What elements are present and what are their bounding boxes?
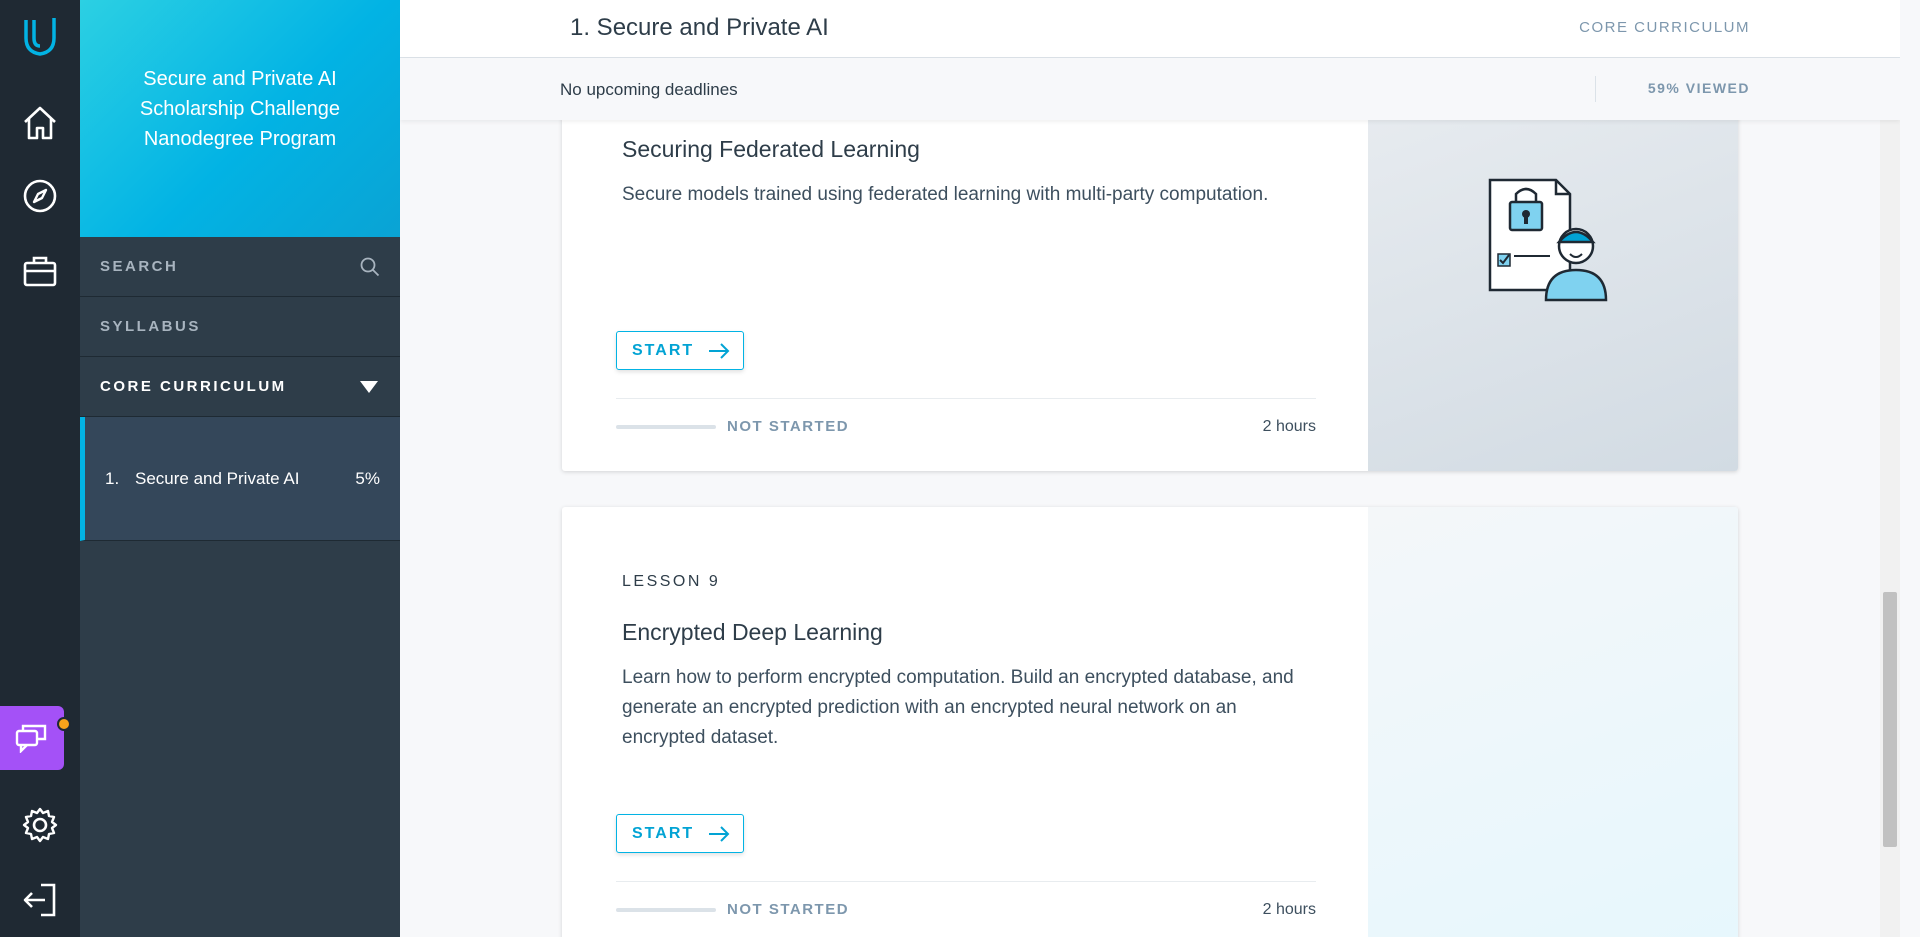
program-hero: Secure and Private AI Scholarship Challe…	[80, 0, 400, 237]
course-sidebar: Secure and Private AI Scholarship Challe…	[80, 0, 400, 937]
divider	[1595, 76, 1596, 102]
progress-subheader: No upcoming deadlines 59% VIEWED	[400, 58, 1900, 120]
home-icon[interactable]	[0, 95, 80, 151]
divider	[616, 398, 1316, 399]
nav-rail	[0, 0, 80, 937]
progress-bar	[616, 908, 716, 912]
lesson-description: Learn how to perform encrypted computati…	[622, 667, 1294, 748]
arrow-right-icon	[709, 825, 730, 842]
lesson-number-kicker: LESSON 9	[622, 573, 721, 590]
start-button[interactable]: START	[616, 814, 744, 853]
scrollbar-thumb[interactable]	[1883, 592, 1897, 847]
secure-document-illustration-icon	[1488, 178, 1608, 302]
udacity-logo-icon[interactable]	[0, 8, 80, 64]
scrollbar[interactable]	[1880, 120, 1900, 937]
lesson-title: Securing Federated Learning	[622, 136, 920, 162]
sidebar-search[interactable]: SEARCH	[80, 237, 400, 297]
chat-icon[interactable]	[0, 706, 64, 770]
settings-gear-icon[interactable]	[0, 797, 80, 853]
lesson-card: LESSON 9 Encrypted Deep Learning Learn h…	[562, 507, 1738, 937]
deadlines-text: No upcoming deadlines	[560, 80, 738, 99]
search-label: SEARCH	[100, 258, 179, 275]
lesson-status: NOT STARTED	[727, 901, 850, 918]
caret-down-icon[interactable]	[360, 381, 378, 393]
sidebar-syllabus[interactable]: SYLLABUS	[80, 297, 400, 357]
progress-bar	[616, 425, 716, 429]
lesson-duration: 2 hours	[1262, 901, 1316, 918]
lesson-number: 1.	[105, 468, 120, 488]
explore-compass-icon[interactable]	[0, 168, 80, 224]
notification-dot	[57, 717, 71, 731]
lesson-illustration-panel	[1368, 507, 1738, 937]
sidebar-core-curriculum[interactable]: CORE CURRICULUM	[80, 357, 400, 417]
viewed-percent: 59% VIEWED	[1647, 80, 1750, 96]
lesson-description: Secure models trained using federated le…	[622, 184, 1269, 205]
lesson-card-body: LESSON 9 Encrypted Deep Learning Learn h…	[562, 507, 1368, 937]
start-button-label: START	[632, 341, 695, 359]
lesson-percent: 5%	[355, 468, 380, 488]
core-curriculum-label: CORE CURRICULUM	[100, 378, 287, 395]
lesson-duration: 2 hours	[1262, 418, 1316, 435]
start-button-label: START	[632, 824, 695, 842]
page-title: 1. Secure and Private AI	[570, 14, 829, 41]
syllabus-label: SYLLABUS	[100, 318, 201, 335]
start-button[interactable]: START	[616, 331, 744, 370]
lesson-name: Secure and Private AI	[135, 468, 300, 488]
lesson-title: Encrypted Deep Learning	[622, 619, 883, 645]
lesson-card: Securing Federated Learning Secure model…	[562, 80, 1738, 471]
section-link[interactable]: CORE CURRICULUM	[1579, 19, 1750, 36]
lesson-header: 1. Secure and Private AI CORE CURRICULUM	[400, 0, 1900, 58]
lesson-illustration-panel	[1368, 80, 1738, 471]
program-title[interactable]: Secure and Private AI Scholarship Challe…	[120, 64, 360, 154]
main-content: Securing Federated Learning Secure model…	[400, 0, 1900, 937]
lesson-status: NOT STARTED	[727, 418, 850, 435]
sidebar-item-lesson-1[interactable]: 1. Secure and Private AI 5%	[80, 417, 400, 541]
search-icon[interactable]	[360, 257, 380, 277]
career-briefcase-icon[interactable]	[0, 244, 80, 300]
lesson-card-body: Securing Federated Learning Secure model…	[562, 80, 1368, 471]
divider	[616, 881, 1316, 882]
logout-icon[interactable]	[0, 872, 80, 928]
arrow-right-icon	[709, 342, 730, 359]
